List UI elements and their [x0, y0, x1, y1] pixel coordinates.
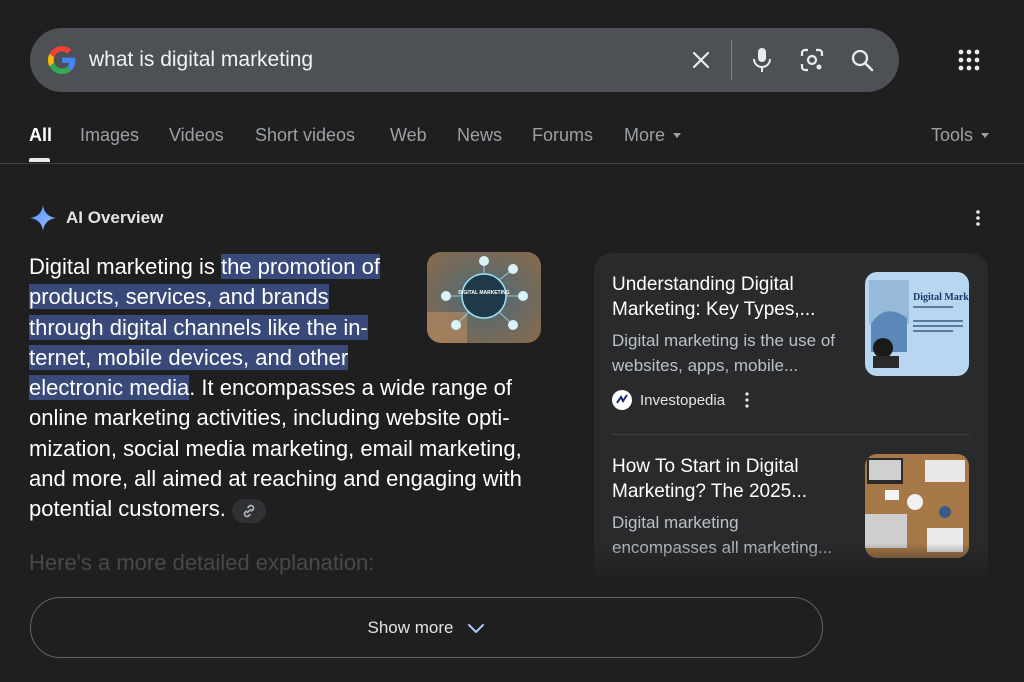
tab-videos[interactable]: Videos	[169, 125, 224, 146]
search-icon[interactable]	[849, 47, 875, 73]
gemini-sparkle-icon	[30, 205, 56, 231]
tab-short-videos[interactable]: Short videos	[255, 125, 355, 146]
google-logo-icon	[48, 46, 76, 74]
source-snippet-line: Digital marketing is the use of	[612, 331, 835, 350]
overview-text-span: potential customers.	[29, 496, 226, 522]
tab-images[interactable]: Images	[80, 125, 139, 146]
source-snippet: Digital marketing is the use of websites…	[612, 328, 852, 378]
highlighted-text: ternet, mobile devices, and other	[29, 344, 349, 370]
source-snippet-line: websites, apps, mobile...	[612, 356, 799, 375]
more-options-icon[interactable]	[739, 391, 755, 409]
source-thumbnail[interactable]: Digital Mark	[865, 272, 969, 376]
tools-button[interactable]: Tools	[931, 125, 990, 146]
investopedia-logo-icon	[612, 390, 632, 410]
sources-panel: Understanding Digital Marketing: Key Typ…	[594, 253, 988, 583]
divider	[612, 434, 970, 435]
tab-forums[interactable]: Forums	[532, 125, 593, 146]
source-thumbnail-text: Digital Mark	[913, 292, 969, 303]
apps-grid-icon[interactable]	[957, 48, 981, 72]
source-title-line: Understanding Digital	[612, 274, 794, 295]
highlighted-text: through digital channels like the in-	[29, 314, 368, 340]
search-divider	[731, 40, 732, 80]
chevron-down-icon	[981, 133, 990, 138]
clear-icon[interactable]	[688, 47, 714, 73]
source-title-line: How To Start in Digital	[612, 456, 799, 477]
overview-text-line: and more, all aimed at reaching and enga…	[29, 466, 522, 492]
overview-text-line: mization, social media marketing, email …	[29, 435, 522, 461]
overview-text-line: online marketing activities, including w…	[29, 405, 510, 431]
show-more-label: Show more	[367, 617, 454, 637]
citation-link-button[interactable]	[231, 498, 266, 523]
tab-web[interactable]: Web	[390, 125, 427, 146]
more-options-icon[interactable]	[968, 208, 988, 228]
chevron-down-icon	[468, 623, 485, 633]
highlighted-text: the promotion of	[220, 254, 380, 279]
search-input[interactable]: what is digital marketing	[89, 48, 313, 72]
tab-more[interactable]: More	[624, 125, 682, 146]
search-bar[interactable]: what is digital marketing	[30, 28, 899, 92]
search-tabs: All Images Videos Short videos Web News …	[0, 120, 1024, 164]
ai-overview-header: AI Overview	[30, 205, 163, 231]
lens-camera-icon[interactable]	[799, 47, 825, 73]
source-title-line: Marketing? The 2025...	[612, 481, 808, 502]
tools-label: Tools	[931, 125, 974, 145]
chevron-down-icon	[673, 133, 682, 138]
source-title-line: Marketing: Key Types,...	[612, 299, 816, 320]
highlighted-text: electronic media	[29, 375, 190, 401]
source-title[interactable]: Understanding Digital Marketing: Key Typ…	[612, 272, 852, 322]
active-tab-indicator	[29, 158, 50, 162]
source-name: Investopedia	[640, 391, 726, 409]
highlighted-text: products, services, and brands	[29, 284, 329, 310]
microphone-icon[interactable]	[749, 47, 775, 73]
overview-text-span: . It encompasses a wide range of	[189, 375, 513, 401]
overview-image[interactable]: DIGITAL MARKETING	[427, 252, 541, 343]
show-more-button[interactable]: Show more	[30, 597, 823, 658]
tab-news[interactable]: News	[457, 125, 502, 146]
source-snippet-line: Digital marketing	[612, 513, 739, 532]
tab-more-label: More	[624, 125, 666, 145]
ai-overview-title: AI Overview	[66, 208, 164, 227]
link-icon	[243, 504, 255, 517]
more-detail-text: Here's a more detailed explanation:	[29, 550, 375, 575]
source-title[interactable]: How To Start in Digital Marketing? The 2…	[612, 454, 852, 504]
source-attribution[interactable]: Investopedia	[612, 390, 755, 410]
tab-all[interactable]: All	[29, 125, 52, 146]
overview-text-span: Digital marketing is	[29, 254, 221, 279]
overview-image-text: DIGITAL MARKETING	[458, 290, 509, 296]
fade-overlay	[594, 543, 988, 583]
